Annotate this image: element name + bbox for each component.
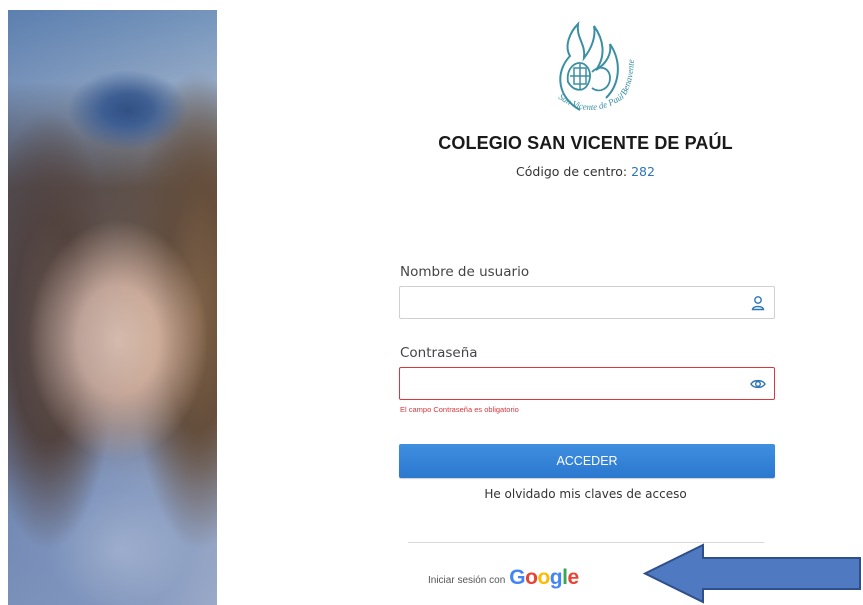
username-input[interactable]	[400, 287, 774, 318]
google-letter: G	[509, 566, 526, 589]
google-logo-text: Google	[509, 566, 579, 590]
svg-text:San Vicente de Paúl Benavente: San Vicente de Paúl Benavente	[557, 59, 636, 112]
arrow-left-icon	[642, 543, 861, 604]
school-logo: San Vicente de Paúl Benavente	[557, 21, 636, 112]
center-code: Código de centro: 282	[380, 164, 791, 179]
google-letter: e	[567, 566, 579, 589]
username-label: Nombre de usuario	[400, 264, 530, 280]
password-error-message: El campo Contraseña es obligatorio	[400, 405, 519, 414]
eye-icon[interactable]	[750, 376, 766, 392]
password-label: Contraseña	[400, 345, 478, 361]
google-signin-button[interactable]: Iniciar sesión con Google	[428, 564, 579, 590]
forgot-credentials-link[interactable]: He olvidado mis claves de acceso	[380, 487, 791, 501]
google-letter: o	[525, 566, 538, 589]
password-input[interactable]	[400, 368, 774, 399]
google-letter: o	[537, 566, 550, 589]
password-field-container	[399, 367, 775, 400]
username-field-container	[399, 286, 775, 319]
center-code-value: 282	[631, 164, 655, 179]
school-name: COLEGIO SAN VICENTE DE PAÚL	[438, 133, 733, 153]
background-photo	[8, 10, 217, 605]
google-letter: g	[549, 566, 563, 589]
photo-overlay	[8, 10, 217, 605]
google-signin-label: Iniciar sesión con	[428, 575, 506, 586]
submit-button[interactable]: ACCEDER	[399, 444, 775, 478]
center-code-label: Código de centro:	[516, 164, 628, 179]
user-icon	[751, 296, 765, 311]
logo-text: San Vicente de Paúl Benavente	[557, 59, 636, 112]
